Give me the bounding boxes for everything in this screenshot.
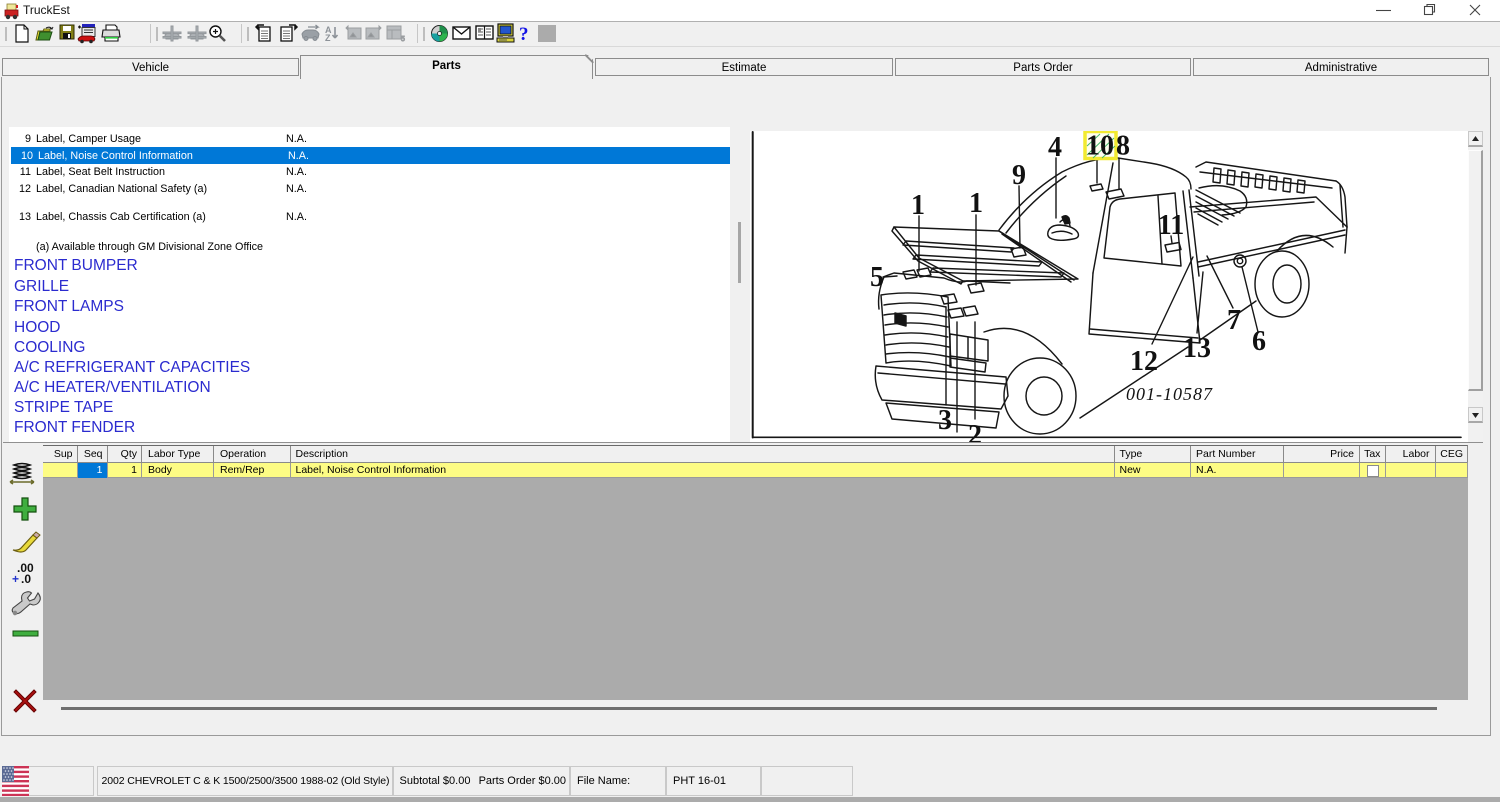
- svg-text:1: 1: [911, 190, 925, 221]
- svg-text:9: 9: [1012, 160, 1026, 191]
- svg-text:13: 13: [1183, 333, 1211, 364]
- svg-text:11: 11: [1158, 210, 1184, 241]
- svg-text:Z: Z: [325, 33, 331, 43]
- svg-text:4: 4: [1048, 132, 1062, 163]
- svg-text:12: 12: [1130, 346, 1158, 377]
- svg-text:5: 5: [401, 36, 405, 43]
- svg-text:2: 2: [968, 420, 982, 442]
- svg-text:6: 6: [1252, 326, 1266, 357]
- svg-text:7: 7: [1227, 305, 1241, 336]
- svg-text:1: 1: [969, 188, 983, 219]
- svg-text:.0: .0: [21, 572, 31, 586]
- svg-text:5: 5: [870, 262, 884, 293]
- svg-text:10: 10: [1086, 131, 1114, 162]
- svg-text:3: 3: [938, 405, 952, 436]
- svg-text:?: ?: [519, 24, 529, 45]
- svg-text:8: 8: [1116, 131, 1130, 162]
- svg-text:001-10587: 001-10587: [1126, 384, 1213, 404]
- svg-text:+: +: [12, 572, 19, 586]
